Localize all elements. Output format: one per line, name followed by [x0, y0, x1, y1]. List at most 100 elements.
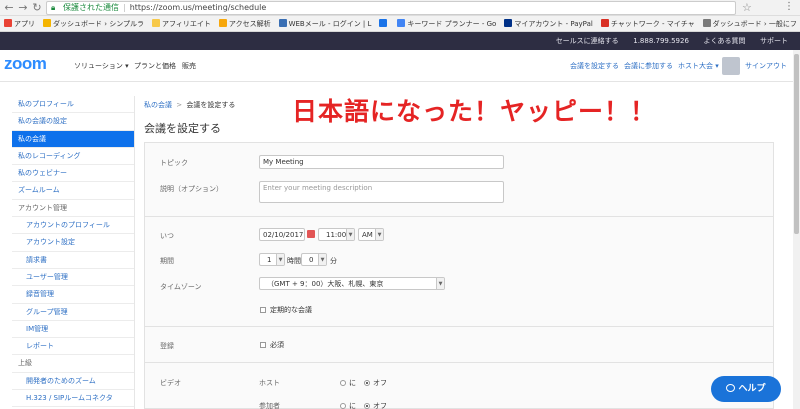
breadcrumb: 私の会議 > 会議を設定する [144, 100, 235, 110]
nav-join-meeting[interactable]: 会議に参加する [624, 61, 673, 71]
secure-label: 保護された通信 [63, 3, 119, 12]
browser-menu-icon[interactable]: ⋮ [784, 1, 794, 12]
help-button[interactable]: ヘルプ [711, 376, 781, 402]
sidebar-item[interactable]: ズームルーム [12, 182, 134, 200]
divider [144, 216, 774, 217]
reload-icon[interactable]: ↻ [30, 1, 44, 15]
ampm-value: AM [362, 231, 373, 239]
participant-video-on-label: に [349, 402, 356, 409]
address-bar[interactable]: 🔒︎ 保護された通信 | https://zoom.us/meeting/sched… [46, 1, 736, 15]
participant-video-off-label: オフ [373, 402, 387, 409]
host-video-off-radio[interactable] [364, 380, 370, 386]
sidebar-item[interactable]: 開発者のためのズーム [12, 373, 134, 391]
sidebar-item[interactable]: 私のウェビナー [12, 165, 134, 183]
chevron-down-icon: ▼ [318, 254, 326, 265]
sidebar-item[interactable]: 私の会議 [12, 130, 134, 148]
nav-sales[interactable]: 販売 [182, 61, 196, 71]
minutes-unit: 分 [330, 257, 337, 265]
duration-label: 期間 [160, 257, 174, 265]
bookmark-item[interactable]: キーワード プランナー - Go [393, 16, 500, 31]
sidebar-item[interactable]: グループ管理 [12, 304, 134, 321]
nav-signout[interactable]: サインアウト [745, 61, 787, 71]
bookmark-star-icon[interactable]: ☆ [742, 1, 752, 14]
main-nav: zoom ソリューション ▾ プランと価格 販売 会議を設定する 会議に参加する… [0, 50, 800, 82]
sidebar-item[interactable]: 私のプロフィール [12, 96, 134, 114]
duration-hours-select[interactable]: 1 ▼ [259, 253, 285, 266]
nav-solutions[interactable]: ソリューション ▾ [74, 61, 129, 71]
recurring-checkbox[interactable] [260, 307, 266, 313]
host-video-on-radio[interactable] [340, 380, 346, 386]
bookmark-item[interactable]: アクセス解析 [215, 16, 275, 31]
participant-video-on-radio[interactable] [340, 403, 346, 409]
timezone-value: （GMT + 9：00）大阪、札幌、東京 [267, 280, 384, 288]
bookmark-favicon-icon [278, 19, 287, 27]
chevron-down-icon: ▼ [276, 254, 284, 265]
sidebar-item[interactable]: ユーザー管理 [12, 269, 134, 287]
page-scrollbar[interactable] [793, 50, 800, 409]
avatar[interactable] [722, 57, 740, 75]
duration-minutes-value: 0 [309, 256, 314, 264]
support-link[interactable]: サポート [760, 32, 788, 50]
sidebar-item[interactable]: アカウントのプロフィール [12, 217, 134, 235]
sidebar-item: 上級 [12, 355, 134, 373]
bookmark-favicon-icon [600, 19, 609, 27]
participant-video-off-radio[interactable] [364, 403, 370, 409]
bookmark-favicon-icon [43, 19, 51, 27]
topic-label: トピック [160, 159, 188, 167]
time-select[interactable]: 11:00 ▼ [318, 228, 355, 241]
sidebar: 私のプロフィール 私の会議の設定 私の会議 私のレコーディング 私のウェビナー ズームルー… [12, 96, 135, 409]
sidebar-item[interactable]: 私の会議の設定 [12, 113, 134, 131]
bookmark-favicon-icon [702, 19, 711, 27]
faq-link[interactable]: よくある質問 [703, 32, 745, 50]
bookmark-item[interactable]: WEBメール - ログイン | L [275, 16, 376, 31]
host-video-off-label: オフ [373, 379, 387, 387]
calendar-icon[interactable] [307, 230, 315, 238]
sidebar-item[interactable]: レポート [12, 338, 134, 356]
bookmark-favicon-icon [4, 19, 12, 27]
registration-label: 登録 [160, 342, 174, 350]
bookmark-item[interactable]: ダッシュボード › シンプルラ [39, 16, 148, 31]
topic-input[interactable]: My Meeting [259, 155, 504, 169]
description-input[interactable]: Enter your meeting description [259, 181, 504, 203]
contact-sales-link[interactable]: セールスに連絡する [556, 32, 619, 50]
nav-plans[interactable]: プランと価格 [134, 61, 176, 71]
date-input[interactable]: 02/10/2017 [259, 228, 305, 241]
sidebar-item[interactable]: アカウント設定 [12, 234, 134, 252]
bookmark-label: アプリ [14, 20, 35, 28]
back-icon[interactable]: ← [2, 1, 16, 15]
bookmark-favicon-icon [152, 19, 161, 27]
ampm-select[interactable]: AM ▼ [358, 228, 384, 241]
bookmark-item[interactable]: アプリ [0, 16, 39, 31]
sidebar-item[interactable]: 請求書 [12, 252, 134, 269]
host-video-label: ホスト [259, 379, 280, 387]
timezone-select[interactable]: （GMT + 9：00）大阪、札幌、東京 ▼ [259, 277, 445, 290]
registration-required-checkbox[interactable] [260, 342, 266, 348]
scrollbar-thumb[interactable] [794, 54, 799, 234]
bookmark-item[interactable]: マイアカウント - PayPal [500, 16, 596, 31]
phone-number: 1.888.799.5926 [633, 37, 689, 45]
bookmark-item[interactable]: チャットワーク - マイチャ [597, 16, 699, 31]
duration-minutes-select[interactable]: 0 ▼ [301, 253, 327, 266]
description-label: 説明（オプション） [160, 185, 223, 193]
sidebar-item[interactable]: H.323 / SIPルームコネクタ [12, 390, 134, 408]
sidebar-item[interactable]: 私のレコーディング [12, 148, 134, 166]
zoom-logo[interactable]: zoom [4, 54, 47, 74]
participant-video-label: 参加者 [259, 402, 280, 409]
forward-icon[interactable]: → [16, 1, 30, 15]
sidebar-item[interactable]: IM管理 [12, 321, 134, 339]
breadcrumb-separator: > [176, 101, 183, 109]
chevron-down-icon: ▼ [375, 229, 383, 240]
browser-toolbar: ← → ↻ 🔒︎ 保護された通信 | https://zoom.us/meeting… [0, 0, 800, 16]
chat-bubble-icon [726, 384, 736, 392]
bookmark-label: アフィリエイト [162, 20, 211, 28]
sidebar-item[interactable]: 録音管理 [12, 286, 134, 304]
help-label: ヘルプ [738, 384, 766, 394]
bookmark-item[interactable] [375, 16, 393, 31]
nav-host-meeting[interactable]: ホスト大会 ▾ [678, 61, 719, 71]
bookmark-item[interactable]: ダッシュボード › 一般にフ [699, 16, 800, 31]
bookmark-item[interactable]: アフィリエイト [148, 16, 215, 31]
breadcrumb-parent[interactable]: 私の会議 [144, 101, 172, 109]
nav-schedule-meeting[interactable]: 会議を設定する [570, 61, 619, 71]
when-label: いつ [160, 232, 174, 240]
video-label: ビデオ [160, 379, 181, 387]
